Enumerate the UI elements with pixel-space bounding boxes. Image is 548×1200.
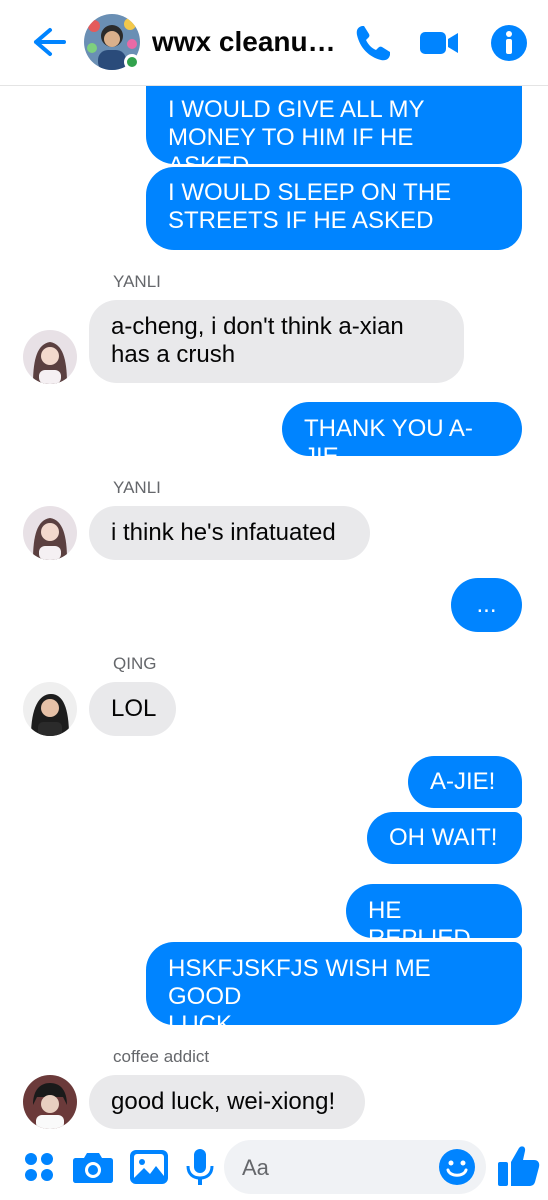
outgoing-message[interactable]: HSKFJSKFJS WISH ME GOOD LUCK bbox=[146, 942, 522, 1038]
avatar[interactable] bbox=[23, 330, 77, 384]
chat-avatar[interactable] bbox=[84, 14, 140, 70]
chat-title[interactable]: wwx cleanup s... bbox=[152, 26, 342, 58]
sender-name: QING bbox=[113, 654, 157, 673]
info-icon[interactable] bbox=[488, 22, 530, 64]
avatar[interactable] bbox=[23, 1075, 77, 1129]
microphone-icon[interactable] bbox=[177, 1144, 223, 1190]
outgoing-message[interactable]: A-JIE! bbox=[408, 756, 522, 808]
outgoing-message[interactable]: OH WAIT! bbox=[367, 812, 522, 864]
outgoing-message[interactable]: THANK YOU A-JIE bbox=[282, 402, 522, 470]
avatar[interactable] bbox=[23, 682, 77, 736]
back-arrow-icon[interactable] bbox=[28, 22, 68, 62]
message-input[interactable]: Aa bbox=[224, 1140, 486, 1194]
video-camera-icon[interactable] bbox=[418, 22, 460, 64]
outgoing-message[interactable]: I WOULD SLEEP ON THE STREETS IF HE ASKED bbox=[146, 167, 522, 250]
incoming-message[interactable]: LOL bbox=[89, 682, 176, 736]
apps-icon[interactable] bbox=[16, 1144, 62, 1190]
outgoing-message[interactable]: HE REPLIED bbox=[346, 884, 522, 952]
sender-name: YANLI bbox=[113, 272, 161, 291]
incoming-message[interactable]: good luck, wei-xiong! bbox=[89, 1075, 365, 1129]
chat-header: wwx cleanup s... bbox=[0, 0, 548, 86]
outgoing-message[interactable]: ... bbox=[451, 578, 522, 632]
thumbs-up-icon[interactable] bbox=[494, 1142, 542, 1190]
emoji-icon[interactable] bbox=[436, 1146, 478, 1188]
avatar[interactable] bbox=[23, 506, 77, 560]
sender-name: coffee addict bbox=[113, 1047, 210, 1066]
outgoing-message[interactable]: I WOULD GIVE ALL MY MONEY TO HIM IF HE A… bbox=[146, 86, 522, 179]
incoming-message[interactable]: i think he's infatuated bbox=[89, 506, 370, 560]
incoming-message[interactable]: a-cheng, i don't think a-xian has a crus… bbox=[89, 300, 464, 383]
message-input-placeholder: Aa bbox=[242, 1155, 269, 1180]
phone-icon[interactable] bbox=[352, 22, 394, 64]
online-indicator bbox=[124, 54, 140, 70]
sender-name: YANLI bbox=[113, 478, 161, 497]
camera-icon[interactable] bbox=[70, 1144, 116, 1190]
image-icon[interactable] bbox=[126, 1144, 172, 1190]
